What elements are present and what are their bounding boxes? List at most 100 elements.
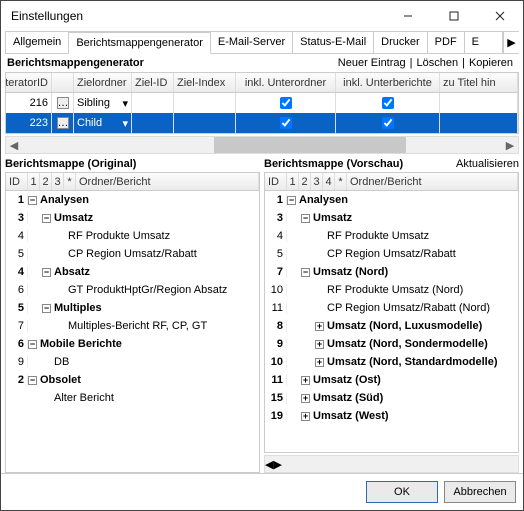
cell-zielid[interactable] (132, 113, 174, 133)
tree-row[interactable]: 5CP Region Umsatz/Rabatt (6, 245, 259, 263)
tree-row[interactable]: 5−Multiples (6, 299, 259, 317)
cell-subrep[interactable] (336, 93, 440, 113)
expand-icon[interactable]: + (301, 412, 310, 421)
ocol-3[interactable]: 3 (52, 173, 64, 190)
collapse-icon[interactable]: − (287, 196, 296, 205)
tab-pdf[interactable]: PDF (428, 32, 465, 53)
tree-row[interactable]: 1−Analysen (6, 191, 259, 209)
tree-row[interactable]: 4RF Produkte Umsatz (265, 227, 518, 245)
pcol-4[interactable]: 4 (323, 173, 335, 190)
tree-row[interactable]: 1−Analysen (265, 191, 518, 209)
cell-ziel[interactable]: Child ▾ (74, 113, 132, 133)
collapse-icon[interactable]: − (42, 304, 51, 313)
tree-row[interactable]: 2−Obsolet (6, 371, 259, 389)
tab-status-email[interactable]: Status-E-Mail (293, 32, 374, 53)
tab-scroll-right-icon[interactable]: ▶ (503, 32, 519, 53)
cell-ziel[interactable]: Sibling ▾ (74, 93, 132, 113)
scroll-left-icon[interactable]: ◀ (265, 458, 273, 471)
scroll-left-icon[interactable]: ◀ (6, 139, 22, 152)
scroll-right-icon[interactable]: ▶ (502, 139, 518, 152)
cancel-button[interactable]: Abbrechen (444, 481, 516, 503)
tree-row[interactable]: 19+Umsatz (West) (265, 407, 518, 425)
col-iterator[interactable]: IteratorID (6, 73, 52, 92)
grid-hscroll[interactable]: ◀ ▶ (5, 136, 519, 154)
tree-row[interactable]: 9+Umsatz (Nord, Sondermodelle) (265, 335, 518, 353)
expand-icon[interactable]: + (315, 340, 324, 349)
col-titel[interactable]: zu Titel hin (440, 73, 518, 92)
minimize-button[interactable] (385, 1, 431, 31)
tree-row[interactable]: 10+Umsatz (Nord, Standardmodelle) (265, 353, 518, 371)
collapse-icon[interactable]: − (42, 214, 51, 223)
collapse-icon[interactable]: − (28, 340, 37, 349)
delete-button[interactable]: Löschen (413, 57, 463, 69)
collapse-icon[interactable]: − (28, 376, 37, 385)
tree-row[interactable]: 8+Umsatz (Nord, Luxusmodelle) (265, 317, 518, 335)
ocol-2[interactable]: 2 (40, 173, 52, 190)
collapse-icon[interactable]: − (42, 268, 51, 277)
tree-row[interactable]: 6GT ProduktHptGr/Region Absatz (6, 281, 259, 299)
cell-zielindex[interactable] (174, 93, 236, 113)
col-zielid[interactable]: Ziel-ID (132, 73, 174, 92)
tree-row[interactable]: Alter Bericht (6, 389, 259, 407)
refresh-button[interactable]: Aktualisieren (456, 158, 519, 170)
close-button[interactable] (477, 1, 523, 31)
cell-sub[interactable] (236, 93, 336, 113)
col-sub[interactable]: inkl. Unterordner (236, 73, 336, 92)
pcol-rest[interactable]: Ordner/Bericht (347, 173, 518, 190)
preview-hscroll[interactable]: ◀ ▶ (264, 455, 519, 473)
cell-titel[interactable] (440, 93, 518, 113)
tree-row[interactable]: 6−Mobile Berichte (6, 335, 259, 353)
expand-icon[interactable]: + (315, 322, 324, 331)
cell-browse[interactable]: … (52, 113, 74, 133)
cell-subrep[interactable] (336, 113, 440, 133)
scroll-right-icon[interactable]: ▶ (273, 458, 281, 471)
grid-row[interactable]: 223…Child ▾ (6, 113, 518, 133)
tree-row[interactable]: 4RF Produkte Umsatz (6, 227, 259, 245)
tab-drucker[interactable]: Drucker (374, 32, 428, 53)
expand-icon[interactable]: + (315, 358, 324, 367)
cell-titel[interactable] (440, 113, 518, 133)
tree-row[interactable]: 9DB (6, 353, 259, 371)
ocol-1[interactable]: 1 (28, 173, 40, 190)
cell-browse[interactable]: … (52, 93, 74, 113)
tab-more[interactable]: E (465, 32, 503, 53)
maximize-button[interactable] (431, 1, 477, 31)
cell-zielid[interactable] (132, 93, 174, 113)
tab-allgemein[interactable]: Allgemein (5, 32, 69, 53)
ocol-star[interactable]: * (64, 173, 76, 190)
tree-row[interactable]: 7Multiples-Bericht RF, CP, GT (6, 317, 259, 335)
tree-row[interactable]: 3−Umsatz (6, 209, 259, 227)
original-tree[interactable]: 1−Analysen3−Umsatz4RF Produkte Umsatz5CP… (5, 190, 260, 473)
tab-berichtsmappengenerator[interactable]: Berichtsmappengenerator (69, 32, 211, 54)
tree-row[interactable]: 3−Umsatz (265, 209, 518, 227)
cell-sub[interactable] (236, 113, 336, 133)
copy-button[interactable]: Kopieren (465, 57, 517, 69)
pcol-1[interactable]: 1 (287, 173, 299, 190)
expand-icon[interactable]: + (301, 394, 310, 403)
ocol-rest[interactable]: Ordner/Bericht (76, 173, 259, 190)
collapse-icon[interactable]: − (301, 214, 310, 223)
tree-row[interactable]: 11CP Region Umsatz/Rabatt (Nord) (265, 299, 518, 317)
tree-row[interactable]: 5CP Region Umsatz/Rabatt (265, 245, 518, 263)
ok-button[interactable]: OK (366, 481, 438, 503)
ocol-id[interactable]: ID (6, 173, 28, 190)
pcol-2[interactable]: 2 (299, 173, 311, 190)
tree-row[interactable]: 7−Umsatz (Nord) (265, 263, 518, 281)
pcol-3[interactable]: 3 (311, 173, 323, 190)
cell-zielindex[interactable] (174, 113, 236, 133)
tab-email-server[interactable]: E-Mail-Server (211, 32, 293, 53)
grid-row[interactable]: 216…Sibling ▾ (6, 93, 518, 113)
tree-row[interactable]: 10RF Produkte Umsatz (Nord) (265, 281, 518, 299)
expand-icon[interactable]: + (301, 376, 310, 385)
tree-row[interactable]: 15+Umsatz (Süd) (265, 389, 518, 407)
col-ziel[interactable]: Zielordner (74, 73, 132, 92)
col-subrep[interactable]: inkl. Unterberichte (336, 73, 440, 92)
collapse-icon[interactable]: − (28, 196, 37, 205)
col-zielindex[interactable]: Ziel-Index (174, 73, 236, 92)
pcol-id[interactable]: ID (265, 173, 287, 190)
pcol-star[interactable]: * (335, 173, 347, 190)
collapse-icon[interactable]: − (301, 268, 310, 277)
new-entry-button[interactable]: Neuer Eintrag (334, 57, 410, 69)
tree-row[interactable]: 4−Absatz (6, 263, 259, 281)
preview-tree[interactable]: 1−Analysen3−Umsatz4RF Produkte Umsatz5CP… (264, 190, 519, 453)
